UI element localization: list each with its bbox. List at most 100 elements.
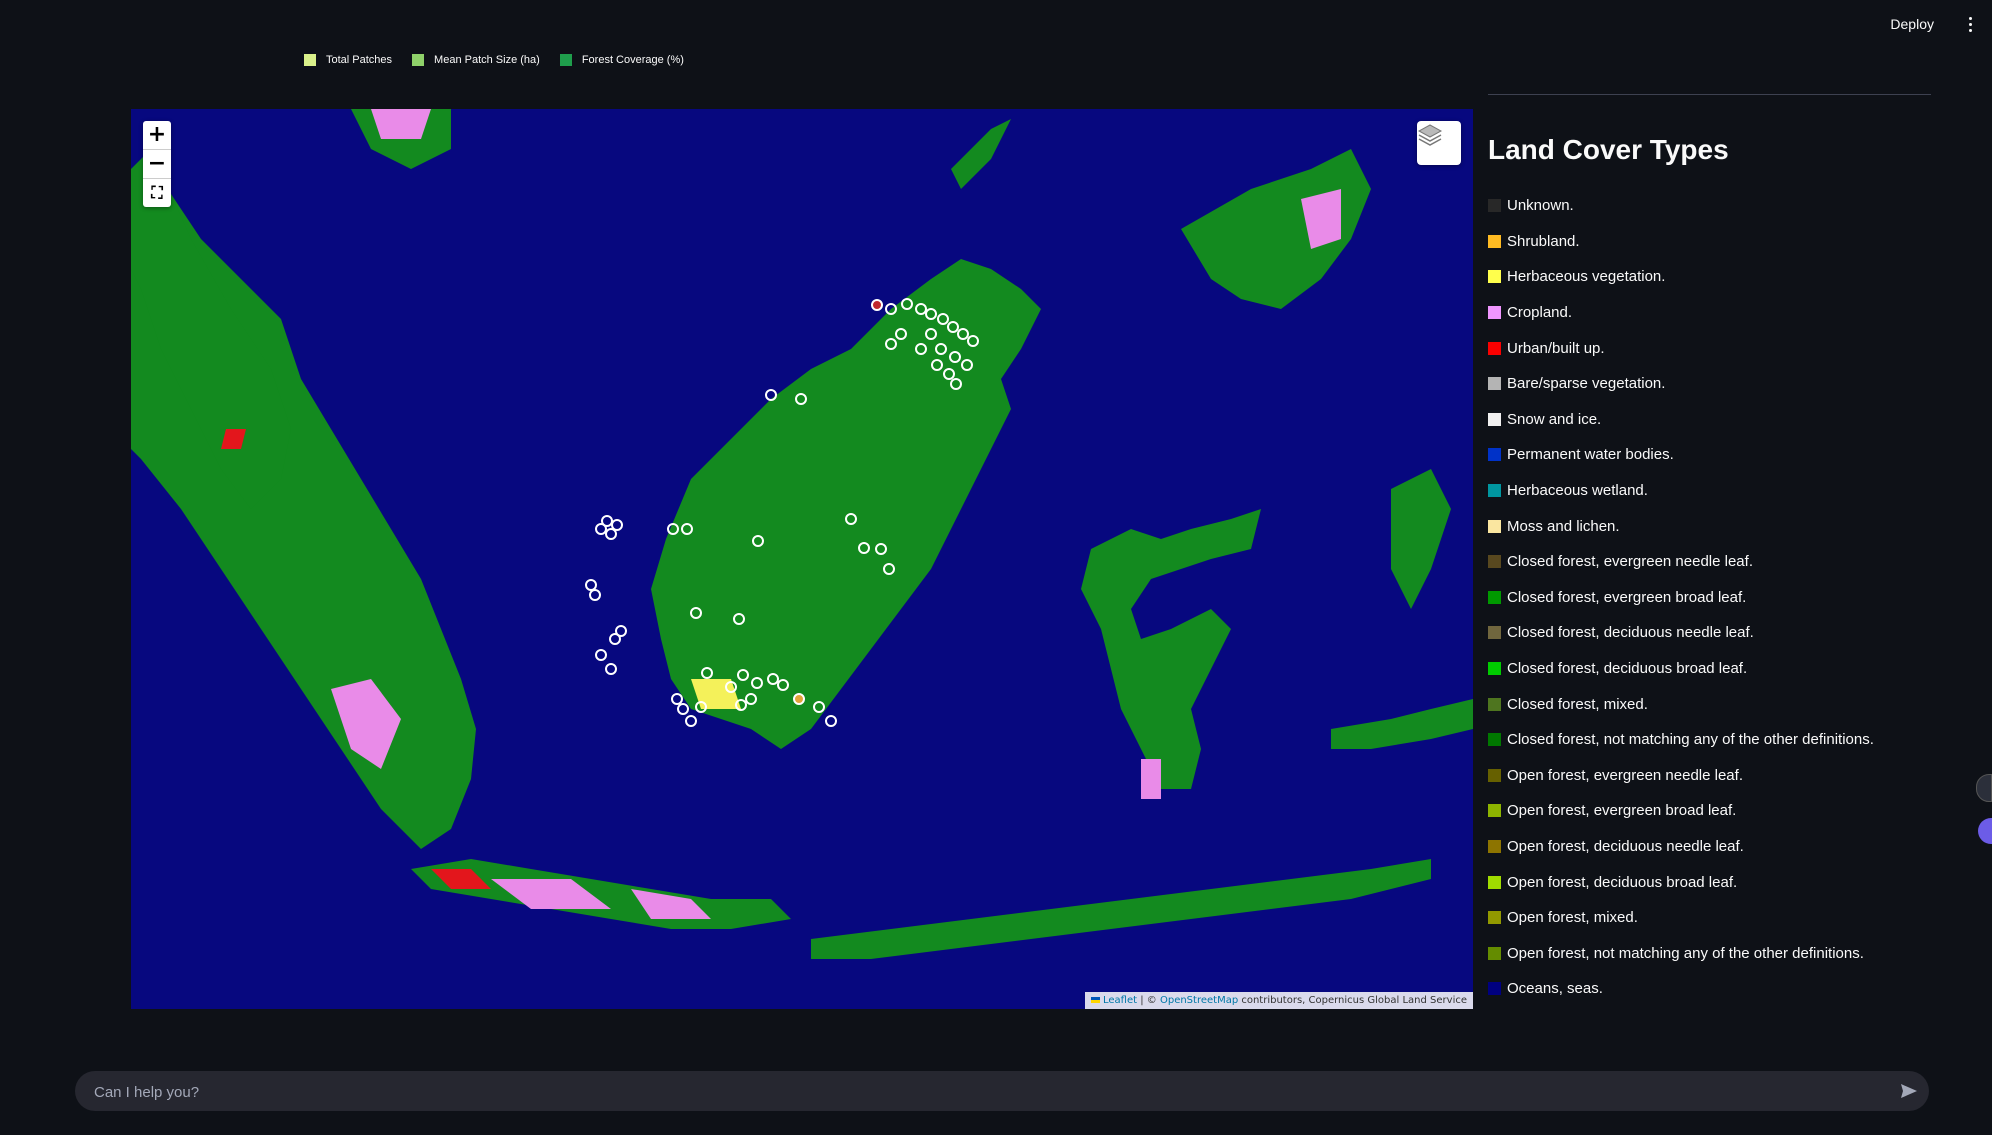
land-cover-swatch <box>1488 377 1501 391</box>
land-cover-item: Open forest, evergreen broad leaf. <box>1488 793 1874 829</box>
land-cover-label: Herbaceous vegetation. <box>1507 268 1666 286</box>
land-cover-item: Closed forest, mixed. <box>1488 686 1874 722</box>
leaflet-link[interactable]: Leaflet <box>1103 995 1137 1006</box>
land-cover-item: Herbaceous wetland. <box>1488 473 1874 509</box>
osm-link[interactable]: OpenStreetMap <box>1160 995 1238 1006</box>
side-widget-assistant[interactable] <box>1978 818 1992 844</box>
island-maluku <box>1391 469 1451 609</box>
land-cover-label: Open forest, mixed. <box>1507 909 1638 927</box>
land-cover-item: Oceans, seas. <box>1488 971 1874 1007</box>
land-cover-item: Cropland. <box>1488 295 1874 331</box>
sidebar-divider <box>1488 94 1931 95</box>
land-cover-swatch <box>1488 768 1501 782</box>
land-cover-label: Shrubland. <box>1507 232 1580 250</box>
zoom-out-button[interactable]: − <box>143 150 171 179</box>
chat-input-bar <box>75 1071 1929 1113</box>
land-cover-label: Closed forest, evergreen needle leaf. <box>1507 553 1753 571</box>
land-cover-item: Open forest, evergreen needle leaf. <box>1488 758 1874 794</box>
top-bar: Deploy <box>0 0 1992 48</box>
land-cover-item: Open forest, deciduous needle leaf. <box>1488 829 1874 865</box>
land-cover-swatch <box>1488 519 1501 533</box>
send-icon[interactable] <box>1899 1081 1919 1101</box>
land-cover-label: Urban/built up. <box>1507 339 1605 357</box>
land-cover-swatch <box>1488 982 1501 996</box>
land-cover-swatch <box>1488 804 1501 818</box>
land-cover-item: Closed forest, evergreen needle leaf. <box>1488 544 1874 580</box>
land-cover-swatch <box>1488 555 1501 569</box>
main-menu-icon[interactable] <box>1960 12 1980 36</box>
legend-swatch <box>412 54 425 66</box>
attribution-text: contributors, Copernicus Global Land Ser… <box>1238 995 1467 1006</box>
land-cover-swatch <box>1488 484 1501 498</box>
chart-legend: Total Patches Mean Patch Size (ha) Fores… <box>304 54 684 66</box>
land-cover-swatch <box>1488 697 1501 711</box>
layers-control-button[interactable] <box>1417 121 1461 165</box>
land-cover-label: Cropland. <box>1507 304 1573 322</box>
legend-swatch <box>559 54 572 66</box>
chat-input[interactable] <box>92 1071 1876 1113</box>
land-cover-item: Moss and lichen. <box>1488 508 1874 544</box>
land-cover-label: Permanent water bodies. <box>1507 446 1674 464</box>
deploy-button[interactable]: Deploy <box>1890 12 1934 36</box>
land-cover-swatch <box>1488 662 1501 676</box>
land-cover-label: Oceans, seas. <box>1507 980 1603 998</box>
land-cover-swatch <box>1488 733 1501 747</box>
land-cover-item: Permanent water bodies. <box>1488 437 1874 473</box>
side-widget-toggle[interactable] <box>1976 774 1992 802</box>
land-cover-item: Bare/sparse vegetation. <box>1488 366 1874 402</box>
land-cover-label: Open forest, evergreen broad leaf. <box>1507 802 1737 820</box>
land-cover-map[interactable]: + − ⛶ Leaflet | © OpenStreetMap contribu… <box>131 109 1473 1009</box>
land-cover-item: Herbaceous vegetation. <box>1488 259 1874 295</box>
land-cover-swatch <box>1488 590 1501 604</box>
land-cover-label: Open forest, deciduous needle leaf. <box>1507 837 1744 855</box>
land-cover-label: Unknown. <box>1507 197 1574 215</box>
legend-label: Forest Coverage (%) <box>581 54 684 66</box>
land-cover-label: Closed forest, deciduous broad leaf. <box>1507 660 1748 678</box>
legend-swatch <box>304 54 316 66</box>
land-cover-label: Open forest, deciduous broad leaf. <box>1507 873 1738 891</box>
land-cover-swatch <box>1488 270 1501 284</box>
land-cover-label: Open forest, evergreen needle leaf. <box>1507 766 1743 784</box>
land-cover-swatch <box>1488 412 1501 426</box>
legend-item-mean-patch-size[interactable]: Mean Patch Size (ha) <box>412 54 540 66</box>
map-tiles <box>131 109 1473 959</box>
ukraine-flag-icon <box>1091 997 1100 1003</box>
land-cover-label: Closed forest, deciduous needle leaf. <box>1507 624 1754 642</box>
zoom-in-button[interactable]: + <box>143 121 171 150</box>
land-cover-title: Land Cover Types <box>1488 134 1729 165</box>
land-cover-swatch <box>1488 341 1501 355</box>
land-cover-swatch <box>1488 946 1501 960</box>
land-cover-item: Urban/built up. <box>1488 330 1874 366</box>
layers-icon <box>1417 124 1443 146</box>
land-cover-label: Herbaceous wetland. <box>1507 482 1648 500</box>
fullscreen-button[interactable]: ⛶ <box>143 179 171 207</box>
land-cover-swatch <box>1488 839 1501 853</box>
land-cover-label: Closed forest, evergreen broad leaf. <box>1507 588 1747 606</box>
land-cover-item: Shrubland. <box>1488 224 1874 260</box>
land-cover-item: Snow and ice. <box>1488 402 1874 438</box>
land-cover-item: Closed forest, evergreen broad leaf. <box>1488 580 1874 616</box>
land-cover-label: Closed forest, mixed. <box>1507 695 1648 713</box>
legend-item-forest-coverage[interactable]: Forest Coverage (%) <box>559 54 684 66</box>
legend-item-total-patches[interactable]: Total Patches <box>304 54 392 66</box>
land-cover-swatch <box>1488 234 1501 248</box>
land-cover-item: Closed forest, deciduous broad leaf. <box>1488 651 1874 687</box>
land-cover-item: Unknown. <box>1488 188 1874 224</box>
island-mindanao <box>1181 149 1371 309</box>
attribution-separator: | © <box>1137 995 1160 1006</box>
island-sulawesi <box>1081 509 1261 789</box>
zoom-control: + − ⛶ <box>143 121 171 207</box>
land-cover-label: Snow and ice. <box>1507 410 1602 428</box>
island-lesser-sunda <box>811 859 1431 959</box>
land-cover-swatch <box>1488 911 1501 925</box>
land-cover-item: Open forest, not matching any of the oth… <box>1488 935 1874 971</box>
island-east <box>1331 699 1473 749</box>
land-cover-swatch <box>1488 448 1501 462</box>
land-cover-label: Moss and lichen. <box>1507 517 1620 535</box>
legend-label: Total Patches <box>326 54 393 66</box>
island-palawan <box>951 119 1011 189</box>
land-cover-legend: Unknown. Shrubland. Herbaceous vegetation.… <box>1488 188 1874 1007</box>
legend-label: Mean Patch Size (ha) <box>434 54 540 66</box>
land-cover-item: Open forest, mixed. <box>1488 900 1874 936</box>
land-cover-item: Closed forest, not matching any of the o… <box>1488 722 1874 758</box>
